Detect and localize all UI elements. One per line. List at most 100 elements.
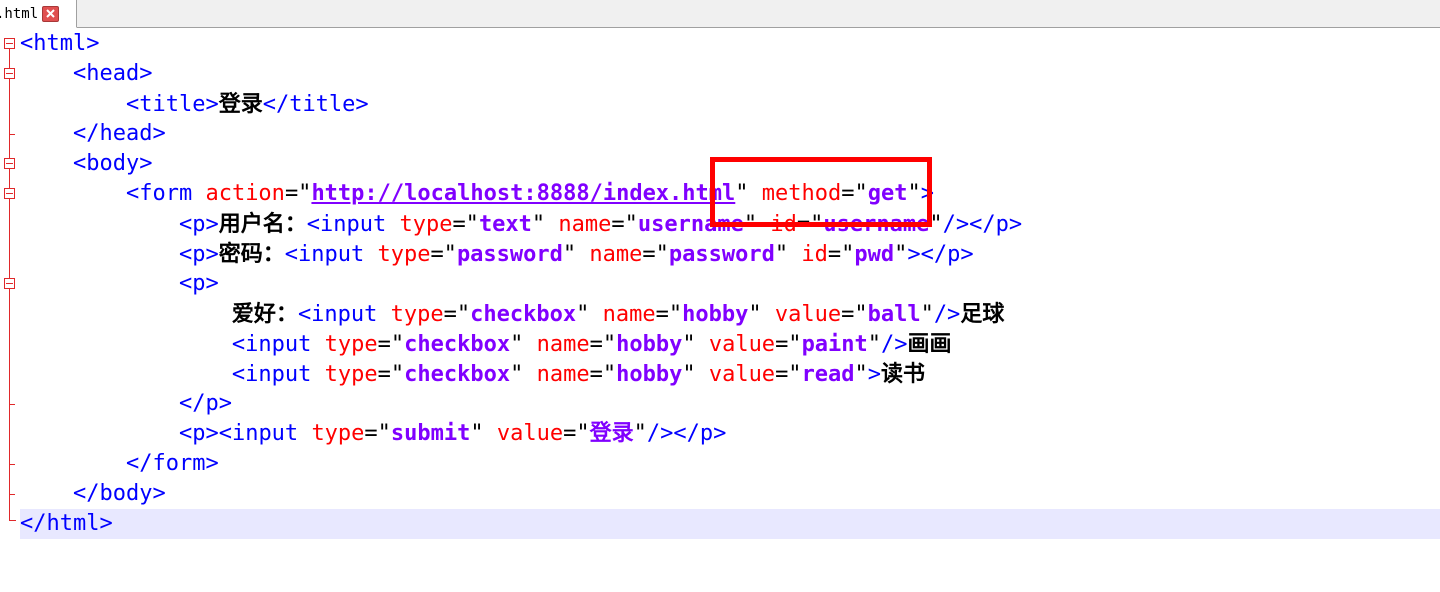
close-icon[interactable] (42, 5, 60, 22)
code-line: <head> (20, 59, 1440, 89)
attr-value: pwd (854, 242, 895, 267)
attr-name: id (770, 212, 797, 237)
code-line: <body> (20, 149, 1440, 179)
attr-value: 登录 (589, 421, 634, 446)
label-text: 用户名： (218, 211, 307, 237)
file-tab[interactable]: .html (0, 0, 77, 28)
attr-value: checkbox (404, 362, 511, 387)
label-text: 爱好： (231, 301, 298, 327)
title-close-tag: </title> (262, 92, 369, 117)
body-close-tag: </body> (72, 481, 166, 506)
attr-value: hobby (616, 362, 683, 387)
input-tag: <input (297, 302, 378, 327)
fold-toggle-icon[interactable] (4, 38, 15, 49)
option-text: 读书 (881, 361, 926, 387)
form-close-tag: </form> (125, 451, 219, 476)
tag-end: ></p> (907, 242, 974, 267)
attr-name: name (589, 242, 643, 267)
attr-value: username (823, 212, 930, 237)
attr-name: value (496, 421, 564, 446)
tab-bar: .html (0, 0, 1440, 28)
fold-toggle-icon[interactable] (4, 68, 15, 79)
p-open-tag: <p> (178, 242, 219, 267)
fold-margin (0, 29, 20, 592)
code-line: <p>用户名：<input type="text" name="username… (178, 211, 1023, 237)
attr-value: text (478, 212, 532, 237)
tab-label: .html (0, 5, 39, 22)
code-line: </body> (20, 479, 1440, 509)
tag-end: /></p> (942, 212, 1023, 237)
tag-end: /> (881, 332, 908, 357)
attr-name: method (761, 181, 842, 206)
input-tag: <input (231, 362, 312, 387)
html-open-tag: <html> (20, 31, 100, 56)
input-tag: <input (306, 212, 387, 237)
attr-name: type (390, 302, 444, 327)
attr-name: type (324, 362, 378, 387)
head-open-tag: <head> (72, 61, 153, 86)
fold-end-marker (9, 520, 16, 521)
head-close-tag: </head> (72, 121, 166, 146)
tag-end: /></p> (646, 421, 727, 446)
p-open-tag: <p> (178, 271, 219, 296)
code-line: 爱好：<input type="checkbox" name="hobby" v… (231, 301, 1005, 327)
attr-name: value (708, 332, 776, 357)
attr-value: get (867, 181, 908, 206)
title-text: 登录 (218, 91, 263, 117)
p-open-tag: <p> (178, 212, 219, 237)
html-close-tag: </html> (20, 511, 113, 536)
attr-value: submit (390, 421, 471, 446)
p-close-tag: </p> (178, 391, 232, 416)
option-text: 足球 (960, 301, 1005, 327)
p-open-tag: <p> (178, 421, 219, 446)
attr-name: name (536, 332, 590, 357)
attr-value: hobby (682, 302, 749, 327)
code-line: <title>登录</title> (20, 89, 1440, 119)
attr-name: id (801, 242, 828, 267)
fold-toggle-icon[interactable] (4, 158, 15, 169)
input-tag: <input (218, 421, 299, 446)
body-open-tag: <body> (72, 151, 153, 176)
attr-value: ball (867, 302, 921, 327)
code-line: <p> (20, 269, 1440, 299)
attr-name: name (536, 362, 590, 387)
input-tag: <input (284, 242, 365, 267)
input-tag: <input (231, 332, 312, 357)
code-line: <html> (20, 29, 1440, 59)
attr-value: read (801, 362, 855, 387)
fold-toggle-icon[interactable] (4, 188, 15, 199)
title-open-tag: <title> (125, 92, 219, 117)
form-tag: <form (125, 181, 193, 206)
code-line: <input type="checkbox" name="hobby" valu… (231, 331, 952, 357)
attr-value: checkbox (470, 302, 577, 327)
action-url: http://localhost:8888/index.html (311, 181, 736, 206)
option-text: 画画 (907, 331, 952, 357)
current-code-line: </html> (20, 509, 1440, 539)
attr-name: name (602, 302, 656, 327)
attr-value: password (456, 242, 563, 267)
attr-value: checkbox (404, 332, 511, 357)
fold-toggle-icon[interactable] (4, 278, 15, 289)
label-text: 密码： (218, 241, 285, 267)
attr-name: type (377, 242, 431, 267)
attr-name: name (558, 212, 612, 237)
attr-name: type (311, 421, 365, 446)
attr-name: type (324, 332, 378, 357)
code-line: <form action="http://localhost:8888/inde… (125, 181, 935, 206)
code-line: </p> (20, 389, 1440, 419)
code-line: </head> (20, 119, 1440, 149)
attr-name: value (708, 362, 776, 387)
attr-value: paint (801, 332, 868, 357)
attr-name: type (399, 212, 453, 237)
code-line: </form> (20, 449, 1440, 479)
attr-value: username (637, 212, 744, 237)
tag-end: > (920, 181, 935, 206)
fold-end-marker (9, 404, 15, 405)
code-line: <p>密码：<input type="password" name="passw… (178, 241, 974, 267)
code-line: <input type="checkbox" name="hobby" valu… (231, 361, 926, 387)
attr-name: value (774, 302, 842, 327)
fold-end-marker (9, 464, 15, 465)
fold-end-marker (9, 134, 15, 135)
code-line: <p><input type="submit" value="登录"/></p> (178, 421, 727, 446)
attr-value: password (668, 242, 775, 267)
